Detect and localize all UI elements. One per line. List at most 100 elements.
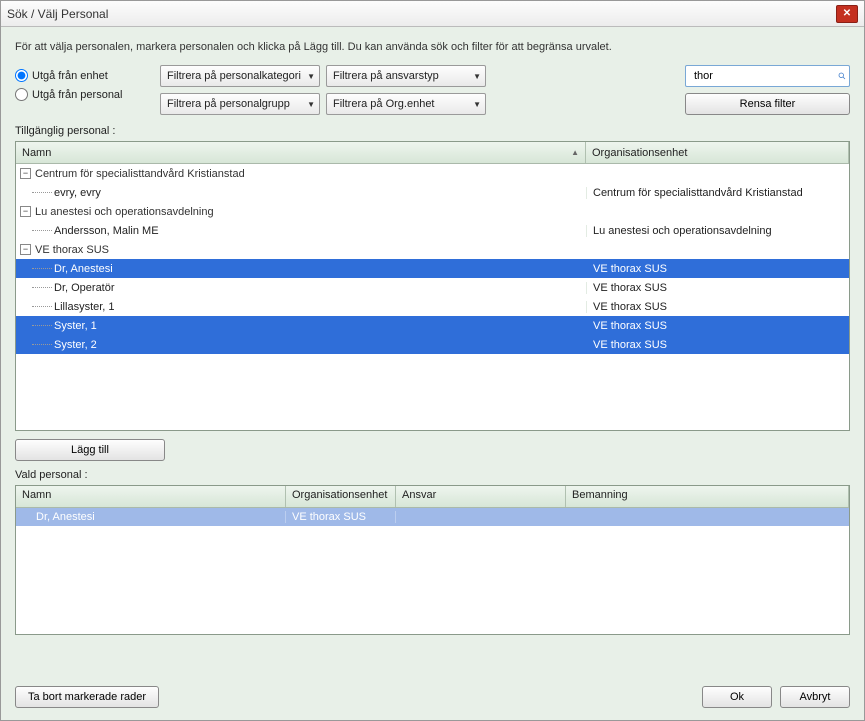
dialog-buttons: Ok Avbryt — [702, 686, 850, 708]
collapse-icon[interactable]: − — [20, 244, 31, 255]
radio-from-person-label: Utgå från personal — [32, 89, 123, 101]
sel-header-org[interactable]: Organisationsenhet — [286, 486, 396, 507]
remove-selected-button[interactable]: Ta bort markerade rader — [15, 686, 159, 708]
tree-group-label: VE thorax SUS — [35, 244, 109, 256]
cancel-label: Avbryt — [800, 691, 831, 703]
selected-table: Namn Organisationsenhet Ansvar Bemanning… — [15, 485, 850, 635]
tree-cell-name: Andersson, Malin ME — [16, 225, 586, 237]
dialog-window: Sök / Välj Personal ✕ För att välja pers… — [0, 0, 865, 721]
tree-cell-name: evry, evry — [16, 187, 586, 199]
tree-header-name-label: Namn — [22, 147, 51, 159]
filter-responsibility-combo[interactable]: Filtrera på ansvarstyp ▼ — [326, 65, 486, 87]
tree-leaf-row[interactable]: Dr, OperatörVE thorax SUS — [16, 278, 849, 297]
tree-leaf-row[interactable]: Syster, 1VE thorax SUS — [16, 316, 849, 335]
filter-group-combo[interactable]: Filtrera på personalgrupp ▼ — [160, 93, 320, 115]
tree-cell-name: −Centrum för specialisttandvård Kristian… — [16, 168, 586, 180]
radio-from-unit[interactable]: Utgå från enhet — [15, 69, 150, 82]
tree-leaf-row[interactable]: evry, evry Centrum för specialisttandvård… — [16, 183, 849, 202]
tree-leaf-label: Syster, 2 — [54, 339, 97, 351]
filter-group-label: Filtrera på personalgrupp — [167, 98, 303, 110]
collapse-icon[interactable]: − — [20, 206, 31, 217]
close-button[interactable]: ✕ — [836, 5, 858, 23]
sel-header: Namn Organisationsenhet Ansvar Bemanning — [16, 486, 849, 508]
tree-cell-name: Dr, Anestesi — [16, 263, 586, 275]
tree-leaf-row[interactable]: Dr, Anestesi VE thorax SUS — [16, 259, 849, 278]
tree-cell-org: VE thorax SUS — [586, 301, 849, 313]
tree-group-row[interactable]: −Centrum för specialisttandvård Kristian… — [16, 164, 849, 183]
sel-header-org-label: Organisationsenhet — [292, 489, 387, 501]
clear-filter-button[interactable]: Rensa filter — [685, 93, 850, 115]
clear-filter-label: Rensa filter — [740, 98, 796, 110]
available-tree: Namn ▲ Organisationsenhet −Centrum för s… — [15, 141, 850, 431]
tree-header-name[interactable]: Namn ▲ — [16, 142, 586, 163]
selected-row[interactable]: Dr, AnestesiVE thorax SUS — [16, 508, 849, 526]
tree-header-org[interactable]: Organisationsenhet — [586, 142, 849, 163]
selected-cell: Dr, Anestesi — [16, 511, 286, 523]
filter-bar: Utgå från enhet Utgå från personal Filtr… — [1, 59, 864, 123]
tree-leaf-label: Lillasyster, 1 — [54, 301, 115, 313]
tree-leaf-row[interactable]: Lillasyster, 1 VE thorax SUS — [16, 297, 849, 316]
chevron-down-icon: ▼ — [303, 100, 315, 109]
tree-indent — [20, 192, 54, 193]
collapse-icon[interactable]: − — [20, 168, 31, 179]
sel-header-resp[interactable]: Ansvar — [396, 486, 566, 507]
tree-header: Namn ▲ Organisationsenhet — [16, 142, 849, 164]
sel-header-name[interactable]: Namn — [16, 486, 286, 507]
sort-asc-icon: ▲ — [571, 148, 579, 157]
tree-cell-org: Lu anestesi och operationsavdelning — [586, 225, 849, 237]
radio-from-unit-input[interactable] — [15, 69, 28, 82]
tree-indent — [20, 306, 54, 307]
radio-from-person[interactable]: Utgå från personal — [15, 88, 150, 101]
ok-button[interactable]: Ok — [702, 686, 772, 708]
filter-category-label: Filtrera på personalkategori — [167, 70, 303, 82]
ok-label: Ok — [730, 691, 744, 703]
search-icon — [838, 69, 846, 83]
tree-group-row[interactable]: −Lu anestesi och operationsavdelning — [16, 202, 849, 221]
sel-header-name-label: Namn — [22, 489, 51, 501]
sel-header-staffing[interactable]: Bemanning — [566, 486, 849, 507]
tree-cell-org: Centrum för specialisttandvård Kristians… — [586, 187, 849, 199]
filter-orgunit-combo[interactable]: Filtrera på Org.enhet ▼ — [326, 93, 486, 115]
chevron-down-icon: ▼ — [303, 72, 315, 81]
bottom-bar: Ta bort markerade rader Ok Avbryt — [1, 680, 864, 720]
filter-category-combo[interactable]: Filtrera på personalkategori ▼ — [160, 65, 320, 87]
sel-header-resp-label: Ansvar — [402, 489, 436, 501]
tree-indent — [20, 287, 54, 288]
search-input[interactable] — [692, 69, 838, 83]
source-radio-group: Utgå från enhet Utgå från personal — [15, 65, 150, 101]
radio-from-unit-label: Utgå från enhet — [32, 70, 108, 82]
tree-cell-name: Syster, 1 — [16, 320, 586, 332]
cancel-button[interactable]: Avbryt — [780, 686, 850, 708]
tree-cell-name: Lillasyster, 1 — [16, 301, 586, 313]
chevron-down-icon: ▼ — [469, 72, 481, 81]
tree-group-row[interactable]: −VE thorax SUS — [16, 240, 849, 259]
search-box[interactable] — [685, 65, 850, 87]
mid-controls: Lägg till — [1, 437, 864, 467]
tree-cell-org: VE thorax SUS — [586, 263, 849, 275]
tree-body[interactable]: −Centrum för specialisttandvård Kristian… — [16, 164, 849, 430]
sel-header-staffing-label: Bemanning — [572, 489, 628, 501]
tree-cell-name: −VE thorax SUS — [16, 244, 586, 256]
tree-cell-name: Dr, Operatör — [16, 282, 586, 294]
tree-leaf-row[interactable]: Syster, 2VE thorax SUS — [16, 335, 849, 354]
tree-leaf-label: Dr, Operatör — [54, 282, 115, 294]
radio-from-person-input[interactable] — [15, 88, 28, 101]
available-label: Tillgänglig personal : — [1, 123, 864, 139]
tree-indent — [20, 268, 54, 269]
tree-indent — [20, 230, 54, 231]
add-button[interactable]: Lägg till — [15, 439, 165, 461]
right-filter-column: Rensa filter — [685, 65, 850, 115]
window-title: Sök / Välj Personal — [7, 7, 836, 21]
titlebar: Sök / Välj Personal ✕ — [1, 1, 864, 27]
sel-body[interactable]: Dr, AnestesiVE thorax SUS — [16, 508, 849, 526]
close-icon: ✕ — [843, 8, 851, 19]
tree-cell-name: −Lu anestesi och operationsavdelning — [16, 206, 586, 218]
filter-responsibility-label: Filtrera på ansvarstyp — [333, 70, 469, 82]
tree-leaf-label: Andersson, Malin ME — [54, 225, 159, 237]
tree-group-label: Centrum för specialisttandvård Kristians… — [35, 168, 245, 180]
tree-leaf-label: evry, evry — [54, 187, 101, 199]
tree-cell-org: VE thorax SUS — [586, 320, 849, 332]
tree-leaf-row[interactable]: Andersson, Malin ME Lu anestesi och opera… — [16, 221, 849, 240]
tree-leaf-label: Dr, Anestesi — [54, 263, 113, 275]
tree-indent — [20, 344, 54, 345]
